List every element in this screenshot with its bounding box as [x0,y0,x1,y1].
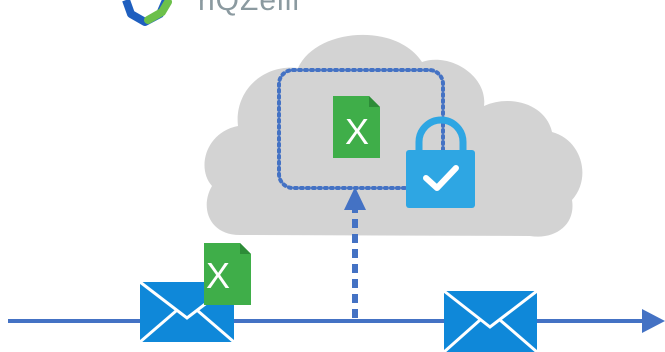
envelope-icon [443,289,538,352]
arrow-right-icon [642,309,665,333]
cloud-icon [204,34,583,237]
email-to-cloud-diagram: nQZeill X X [8,0,665,352]
email-excel-file-icon: X [204,243,251,305]
cloud-excel-file-icon: X [333,96,380,158]
cloud-file-letter: X [345,111,369,152]
brand-name: nQZeill [198,0,300,17]
brand-logo: nQZeill [122,0,300,26]
diagram-stage: nQZeill X X [0,0,665,352]
hexagon-logo-icon [122,0,172,26]
email-file-letter: X [206,255,230,296]
